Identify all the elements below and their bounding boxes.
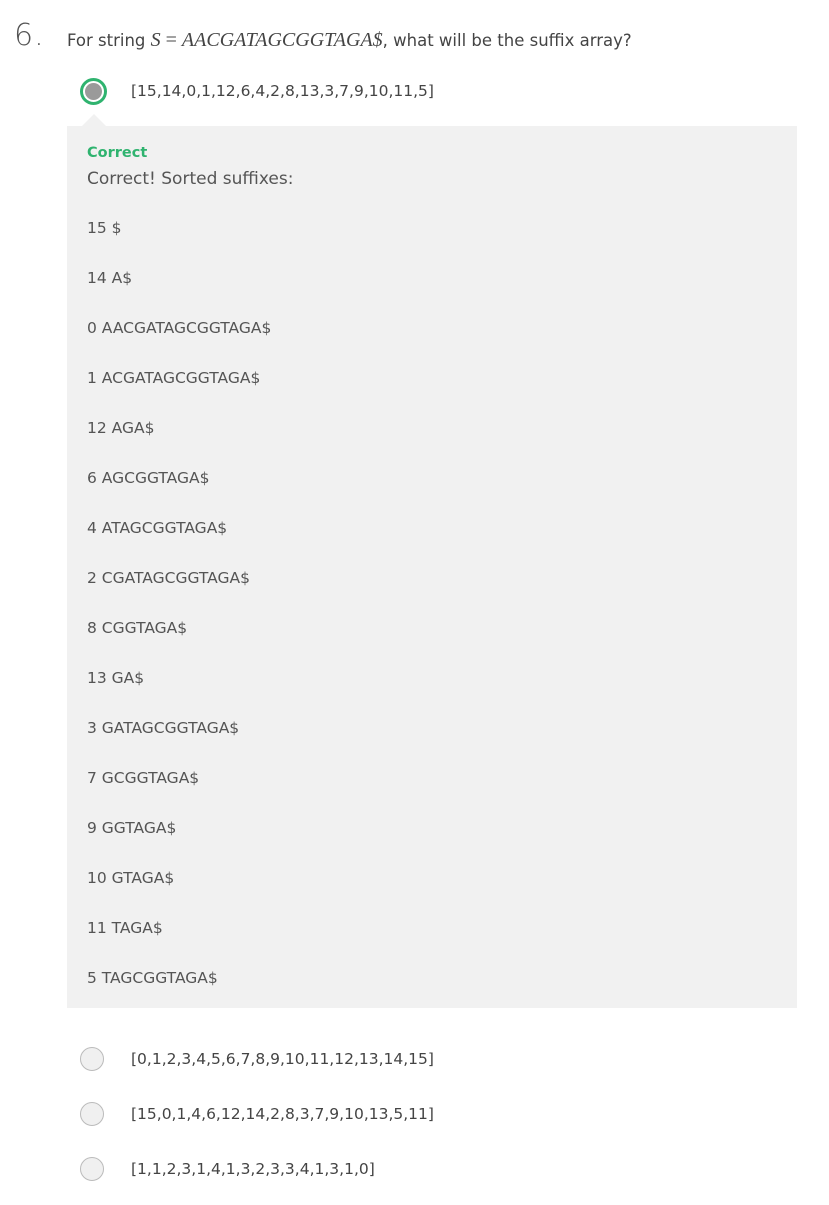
radio-icon[interactable] (80, 1157, 104, 1181)
question-number: 6. (14, 18, 45, 53)
question-math: S = AACGATAGCGGTAGA$ (151, 29, 383, 51)
suffix-item: 12 AGA$ (87, 419, 155, 437)
suffix-item: 8 CGGTAGA$ (87, 619, 188, 637)
option-label[interactable]: [1,1,2,3,1,4,1,3,2,3,3,4,1,3,1,0] (131, 1160, 375, 1178)
suffix-item: 1 ACGATAGCGGTAGA$ (87, 369, 261, 387)
feedback-caret (82, 114, 106, 126)
suffix-item: 4 ATAGCGGTAGA$ (87, 519, 228, 537)
math-equals: = (160, 29, 182, 51)
suffix-item: 7 GCGGTAGA$ (87, 769, 200, 787)
radio-selected-icon[interactable] (80, 77, 107, 105)
suffix-item: 5 TAGCGGTAGA$ (87, 969, 218, 987)
option-3[interactable]: [15,0,1,4,6,12,14,2,8,3,7,9,10,13,5,11] (80, 1100, 434, 1128)
question-suffix: , what will be the suffix array? (382, 31, 632, 50)
suffix-item: 15 $ (87, 219, 122, 237)
option-label[interactable]: [15,0,1,4,6,12,14,2,8,3,7,9,10,13,5,11] (131, 1105, 434, 1123)
radio-icon[interactable] (80, 1047, 104, 1071)
question-prefix: For string (67, 31, 151, 50)
suffix-item: 3 GATAGCGGTAGA$ (87, 719, 240, 737)
suffix-item: 10 GTAGA$ (87, 869, 175, 887)
question-text: For string S = AACGATAGCGGTAGA$, what wi… (67, 29, 632, 52)
suffix-item: 9 GGTAGA$ (87, 819, 177, 837)
suffix-item: 0 AACGATAGCGGTAGA$ (87, 319, 272, 337)
feedback-message: Correct! Sorted suffixes: (87, 169, 294, 189)
suffix-item: 2 CGATAGCGGTAGA$ (87, 569, 250, 587)
option-4[interactable]: [1,1,2,3,1,4,1,3,2,3,3,4,1,3,1,0] (80, 1155, 375, 1183)
option-label[interactable]: [15,14,0,1,12,6,4,2,8,13,3,7,9,10,11,5] (131, 82, 434, 100)
option-label[interactable]: [0,1,2,3,4,5,6,7,8,9,10,11,12,13,14,15] (131, 1050, 434, 1068)
math-string: AACGATAGCGGTAGA$ (181, 29, 383, 51)
feedback-status: Correct (87, 145, 148, 161)
option-1[interactable]: [15,14,0,1,12,6,4,2,8,13,3,7,9,10,11,5] (80, 77, 434, 105)
suffix-item: 13 GA$ (87, 669, 145, 687)
suffix-item: 11 TAGA$ (87, 919, 163, 937)
option-2[interactable]: [0,1,2,3,4,5,6,7,8,9,10,11,12,13,14,15] (80, 1045, 434, 1073)
feedback-panel: Correct Correct! Sorted suffixes: 15 $ 14… (67, 114, 797, 1008)
math-variable: S (150, 29, 161, 51)
suffix-item: 14 A$ (87, 269, 133, 287)
radio-icon[interactable] (80, 1102, 104, 1126)
suffix-item: 6 AGCGGTAGA$ (87, 469, 210, 487)
